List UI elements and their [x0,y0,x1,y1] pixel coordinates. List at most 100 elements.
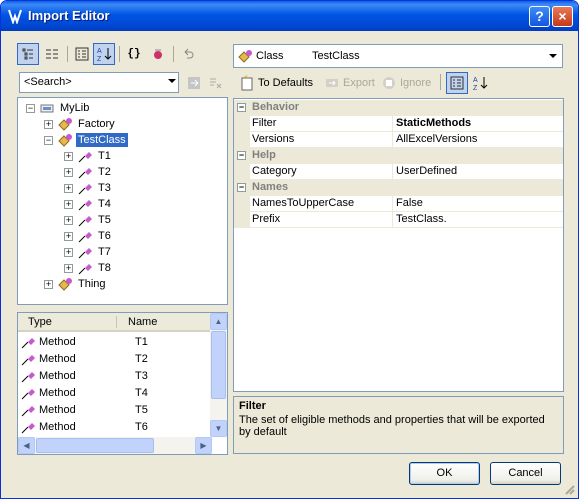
column-header-name[interactable]: Name [128,316,157,328]
scroll-right-icon[interactable]: ▶ [195,437,212,454]
chevron-down-icon[interactable] [168,79,176,83]
tree-node-method[interactable]: + T3 [64,180,113,196]
scroll-thumb[interactable] [36,438,154,453]
property-value[interactable]: UserDefined [396,165,457,177]
property-value[interactable]: StaticMethods [396,117,471,129]
braces-icon[interactable]: {} [123,43,145,65]
resize-grip-icon[interactable] [563,483,575,495]
undo-icon[interactable] [177,43,199,65]
export-button[interactable]: Export [324,75,375,91]
category-behavior[interactable]: − Behavior [234,100,563,116]
list-item[interactable]: Method T3 [20,367,210,384]
sort-az-icon[interactable]: AZ [469,72,491,94]
list-item[interactable]: Method T4 [20,384,210,401]
list-item[interactable]: Method T6 [20,418,210,435]
to-defaults-button[interactable]: To Defaults [239,75,313,91]
property-row-names-upper[interactable]: NamesToUpperCase False [234,196,563,212]
tree-view[interactable]: − MyLib + Factory − TestClass + T1 + T2 + T… [17,97,228,305]
clear-search-icon[interactable] [204,72,226,94]
tree-node-method[interactable]: + T5 [64,212,113,228]
class-selector[interactable]: Class TestClass [233,44,563,68]
tree-view-icon[interactable] [17,43,39,65]
tree-node-thing[interactable]: + Thing [44,276,108,292]
tree-node-method[interactable]: + T7 [64,244,113,260]
list-item-name: T1 [135,335,148,348]
scroll-down-icon[interactable]: ▼ [210,420,227,437]
expand-icon[interactable]: + [64,231,73,241]
expand-icon[interactable]: + [64,183,73,193]
expand-icon[interactable]: + [64,167,73,177]
cancel-button[interactable]: Cancel [490,462,561,485]
tree-label-method: T5 [98,214,111,226]
column-divider[interactable] [392,196,393,212]
column-divider[interactable] [392,132,393,148]
expand-icon[interactable]: + [44,119,53,129]
column-divider[interactable] [392,212,393,228]
toolbar-separator [119,46,120,62]
tree-node-testclass[interactable]: − TestClass [44,132,128,148]
member-list[interactable]: Type Name Method T1 Method T2 Method T3 Met… [17,312,228,455]
property-row-versions[interactable]: Versions AllExcelVersions [234,132,563,148]
property-value[interactable]: False [396,197,423,209]
property-grid[interactable]: − Behavior Filter StaticMethods Versions Al… [233,98,564,392]
collapse-icon[interactable]: − [237,183,246,192]
filter-icon[interactable] [147,43,169,65]
category-label: Behavior [252,101,300,113]
list-item-type: Method [39,369,76,382]
collapse-icon[interactable]: − [237,151,246,160]
list-item[interactable]: Method T1 [20,333,210,350]
list-item[interactable]: Method T5 [20,401,210,418]
list-item[interactable]: Method T2 [20,350,210,367]
svg-text:Z: Z [473,85,478,91]
expand-icon[interactable]: + [64,247,73,257]
tree-node-method[interactable]: + T4 [64,196,113,212]
property-row-category[interactable]: Category UserDefined [234,164,563,180]
property-name: NamesToUpperCase [252,197,355,209]
tree-node-method[interactable]: + T2 [64,164,113,180]
category-names[interactable]: − Names [234,180,563,196]
description-panel: Filter The set of eligible methods and p… [233,396,564,454]
category-help[interactable]: − Help [234,148,563,164]
categorized-icon[interactable] [71,43,93,65]
collapse-icon[interactable]: − [237,103,246,112]
expand-icon[interactable]: + [64,151,73,161]
expand-icon[interactable]: + [44,279,53,289]
column-divider[interactable] [392,164,393,180]
list-view-icon[interactable] [41,43,63,65]
tree-node-method[interactable]: + T6 [64,228,113,244]
property-row-prefix[interactable]: Prefix TestClass. [234,212,563,228]
tree-node-root[interactable]: − MyLib [26,100,91,116]
help-button[interactable]: ? [529,6,550,27]
tree-node-factory[interactable]: + Factory [44,116,117,132]
title-bar[interactable]: Import Editor ? × [1,1,578,31]
sort-az-icon[interactable]: AZ [93,43,115,65]
row-gutter [234,132,250,148]
horizontal-scrollbar[interactable]: ◀ ▶ [18,437,212,454]
expand-icon[interactable]: + [64,199,73,209]
scroll-up-icon[interactable]: ▲ [210,313,227,330]
tree-label-root: MyLib [60,102,90,114]
column-divider[interactable] [392,116,393,132]
collapse-icon[interactable]: − [44,135,53,145]
property-value[interactable]: TestClass. [396,213,447,225]
search-input[interactable]: <Search> [19,72,179,93]
vertical-scrollbar[interactable]: ▲ ▼ [210,313,227,437]
chevron-down-icon[interactable] [549,54,557,58]
ok-button[interactable]: OK [409,462,480,485]
close-button[interactable]: × [552,6,573,27]
collapse-icon[interactable]: − [26,103,35,113]
go-icon[interactable] [183,72,205,94]
property-value[interactable]: AllExcelVersions [396,133,477,145]
categorized-icon[interactable] [446,72,468,94]
expand-icon[interactable]: + [64,215,73,225]
tree-node-method[interactable]: + T8 [64,260,113,276]
list-item-name: T6 [135,420,148,433]
tree-node-method[interactable]: + T1 [64,148,113,164]
scroll-thumb[interactable] [211,331,226,399]
scroll-left-icon[interactable]: ◀ [18,437,35,454]
expand-icon[interactable]: + [64,263,73,273]
column-divider[interactable] [116,316,117,328]
property-row-filter[interactable]: Filter StaticMethods [234,116,563,132]
ignore-button[interactable]: Ignore [381,75,431,91]
column-header-type[interactable]: Type [28,316,52,328]
